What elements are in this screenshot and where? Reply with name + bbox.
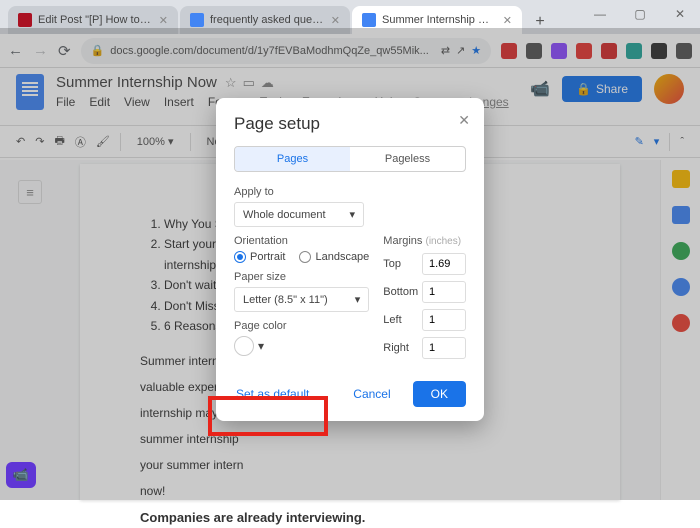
margins-label: Margins (inches) [383, 235, 466, 247]
chevron-down-icon[interactable]: ▾ [258, 339, 264, 353]
favicon-icon [190, 13, 204, 27]
window-minimize[interactable]: — [580, 0, 620, 28]
tab-close-icon[interactable]: ✕ [503, 14, 512, 27]
orientation-label: Orientation [234, 235, 369, 247]
meet-floating-button[interactable]: 📹 [6, 462, 36, 488]
margin-top-input[interactable] [422, 253, 466, 275]
tab-title: Edit Post "[P] How to Change [38, 14, 153, 26]
tab-close-icon[interactable]: ✕ [159, 14, 168, 27]
tab-pages[interactable]: Pages [235, 147, 350, 171]
margin-bottom-label: Bottom [383, 286, 418, 298]
margin-top-label: Top [383, 258, 401, 270]
margin-right-label: Right [383, 342, 409, 354]
cancel-button[interactable]: Cancel [341, 381, 402, 407]
landscape-radio[interactable]: Landscape [299, 251, 369, 263]
page-setup-dialog: Page setup ✕ Pages Pageless Apply to Who… [216, 98, 484, 421]
tab-close-icon[interactable]: ✕ [331, 14, 340, 27]
margin-left-label: Left [383, 314, 401, 326]
dialog-close-icon[interactable]: ✕ [458, 112, 470, 129]
dialog-title: Page setup [234, 114, 466, 134]
margin-right-input[interactable] [422, 337, 466, 359]
tab-pageless[interactable]: Pageless [350, 147, 465, 171]
margin-left-input[interactable] [422, 309, 466, 331]
apply-to-select[interactable]: Whole document▾ [234, 202, 364, 227]
ok-button[interactable]: OK [413, 381, 466, 407]
window-maximize[interactable]: ▢ [620, 0, 660, 28]
margin-bottom-input[interactable] [422, 281, 466, 303]
set-default-button[interactable]: Set as default [234, 381, 311, 407]
tab-title: frequently asked questions at [210, 14, 325, 26]
chevron-down-icon: ▾ [355, 293, 361, 306]
portrait-radio[interactable]: Portrait [234, 251, 285, 263]
apply-to-label: Apply to [234, 186, 466, 198]
window-close[interactable]: ✕ [660, 0, 700, 28]
paper-size-label: Paper size [234, 271, 369, 283]
page-color-label: Page color [234, 320, 369, 332]
chevron-down-icon: ▾ [349, 208, 355, 221]
favicon-icon [362, 13, 376, 27]
favicon-icon [18, 13, 32, 27]
heading-text: Companies are already interviewing. [140, 508, 560, 528]
paper-size-select[interactable]: Letter (8.5" x 11")▾ [234, 287, 369, 312]
tab-title: Summer Internship Now - Go [382, 14, 497, 26]
page-color-swatch[interactable] [234, 336, 254, 356]
